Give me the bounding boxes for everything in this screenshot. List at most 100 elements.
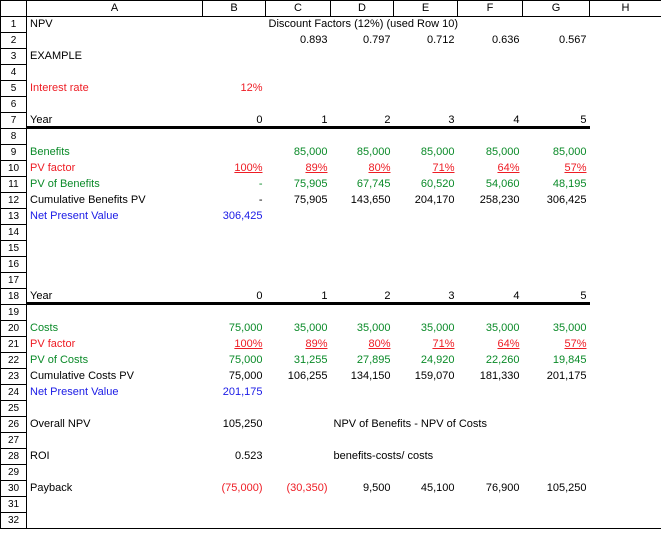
cell-h28[interactable] bbox=[590, 449, 661, 465]
cell-g24[interactable] bbox=[523, 385, 590, 401]
cell-c12[interactable]: 75,905 bbox=[266, 193, 331, 209]
cell-d26-overall-npv-note[interactable]: NPV of Benefits - NPV of Costs bbox=[331, 417, 590, 433]
cell-f7-year-4[interactable]: 4 bbox=[458, 113, 523, 129]
cell-a24-npv-costs-label[interactable]: Net Present Value bbox=[27, 385, 203, 401]
cell-b1[interactable] bbox=[203, 17, 266, 33]
cell-b2[interactable] bbox=[203, 33, 266, 49]
cell-h2[interactable] bbox=[590, 33, 661, 49]
cell-h6[interactable] bbox=[590, 97, 661, 113]
cell-g16[interactable] bbox=[523, 257, 590, 273]
cell-f10[interactable]: 64% bbox=[458, 161, 523, 177]
row-header-14[interactable]: 14 bbox=[1, 225, 27, 241]
cell-b23[interactable]: 75,000 bbox=[203, 369, 266, 385]
row-header-1[interactable]: 1 bbox=[1, 17, 27, 33]
cell-f24[interactable] bbox=[458, 385, 523, 401]
cell-g23[interactable]: 201,175 bbox=[523, 369, 590, 385]
cell-d11[interactable]: 67,745 bbox=[331, 177, 394, 193]
cell-b15[interactable] bbox=[203, 241, 266, 257]
cell-g10[interactable]: 57% bbox=[523, 161, 590, 177]
row-header-18[interactable]: 18 bbox=[1, 289, 27, 305]
cell-c27[interactable] bbox=[266, 433, 331, 449]
cell-a4[interactable] bbox=[27, 65, 203, 81]
row-header-5[interactable]: 5 bbox=[1, 81, 27, 97]
cell-a21-pv-factor-label[interactable]: PV factor bbox=[27, 337, 203, 353]
cell-b24-npv-costs-value[interactable]: 201,175 bbox=[203, 385, 266, 401]
cell-e30[interactable]: 45,100 bbox=[394, 481, 458, 497]
row-header-4[interactable]: 4 bbox=[1, 65, 27, 81]
cell-h12[interactable] bbox=[590, 193, 661, 209]
cell-a15[interactable] bbox=[27, 241, 203, 257]
cell-g2[interactable]: 0.567 bbox=[523, 33, 590, 49]
cell-h25[interactable] bbox=[590, 401, 661, 417]
cell-b3[interactable] bbox=[203, 49, 266, 65]
cell-b12[interactable]: - bbox=[203, 193, 266, 209]
cell-d6[interactable] bbox=[331, 97, 394, 113]
cell-d20[interactable]: 35,000 bbox=[331, 321, 394, 337]
cell-d10[interactable]: 80% bbox=[331, 161, 394, 177]
cell-h4[interactable] bbox=[590, 65, 661, 81]
cell-c29[interactable] bbox=[266, 465, 331, 481]
cell-d27[interactable] bbox=[331, 433, 394, 449]
cell-h20[interactable] bbox=[590, 321, 661, 337]
cell-d23[interactable]: 134,150 bbox=[331, 369, 394, 385]
cell-c16[interactable] bbox=[266, 257, 331, 273]
cell-g7-year-5[interactable]: 5 bbox=[523, 113, 590, 129]
cell-a11-pv-of-benefits-label[interactable]: PV of Benefits bbox=[27, 177, 203, 193]
cell-d14[interactable] bbox=[331, 225, 394, 241]
cell-b4[interactable] bbox=[203, 65, 266, 81]
cell-a17[interactable] bbox=[27, 273, 203, 289]
cell-a25[interactable] bbox=[27, 401, 203, 417]
cell-f22[interactable]: 22,260 bbox=[458, 353, 523, 369]
cell-c18-year-1[interactable]: 1 bbox=[266, 289, 331, 305]
cell-c22[interactable]: 31,255 bbox=[266, 353, 331, 369]
cell-a16[interactable] bbox=[27, 257, 203, 273]
cell-d4[interactable] bbox=[331, 65, 394, 81]
cell-d32[interactable] bbox=[331, 513, 394, 529]
cell-d21[interactable]: 80% bbox=[331, 337, 394, 353]
cell-b13-npv-benefits-value[interactable]: 306,425 bbox=[203, 209, 266, 225]
cell-h22[interactable] bbox=[590, 353, 661, 369]
cell-c10[interactable]: 89% bbox=[266, 161, 331, 177]
row-header-29[interactable]: 29 bbox=[1, 465, 27, 481]
row-header-26[interactable]: 26 bbox=[1, 417, 27, 433]
row-header-10[interactable]: 10 bbox=[1, 161, 27, 177]
cell-c23[interactable]: 106,255 bbox=[266, 369, 331, 385]
cell-h24[interactable] bbox=[590, 385, 661, 401]
cell-b11[interactable]: - bbox=[203, 177, 266, 193]
cell-e5[interactable] bbox=[394, 81, 458, 97]
cell-d24[interactable] bbox=[331, 385, 394, 401]
cell-h13[interactable] bbox=[590, 209, 661, 225]
cell-a28-roi-label[interactable]: ROI bbox=[27, 449, 203, 465]
cell-g5[interactable] bbox=[523, 81, 590, 97]
cell-f23[interactable]: 181,330 bbox=[458, 369, 523, 385]
column-header-b[interactable]: B bbox=[203, 1, 266, 17]
cell-f32[interactable] bbox=[458, 513, 523, 529]
cell-b25[interactable] bbox=[203, 401, 266, 417]
cell-d25[interactable] bbox=[331, 401, 394, 417]
select-all-corner[interactable] bbox=[1, 1, 27, 17]
cell-d22[interactable]: 27,895 bbox=[331, 353, 394, 369]
cell-d19[interactable] bbox=[331, 305, 394, 321]
cell-b5-interest-rate-value[interactable]: 12% bbox=[203, 81, 266, 97]
cell-e2[interactable]: 0.712 bbox=[394, 33, 458, 49]
cell-h32[interactable] bbox=[590, 513, 661, 529]
cell-g9[interactable]: 85,000 bbox=[523, 145, 590, 161]
cell-d13[interactable] bbox=[331, 209, 394, 225]
cell-e15[interactable] bbox=[394, 241, 458, 257]
cell-h10[interactable] bbox=[590, 161, 661, 177]
cell-b16[interactable] bbox=[203, 257, 266, 273]
cell-a12-cumulative-benefits-label[interactable]: Cumulative Benefits PV bbox=[27, 193, 203, 209]
cell-a18-year-label[interactable]: Year bbox=[27, 289, 203, 305]
cell-h3[interactable] bbox=[590, 49, 661, 65]
cell-d15[interactable] bbox=[331, 241, 394, 257]
cell-a22-pv-of-costs-label[interactable]: PV of Costs bbox=[27, 353, 203, 369]
cell-g32[interactable] bbox=[523, 513, 590, 529]
cell-a13-npv-benefits-label[interactable]: Net Present Value bbox=[27, 209, 203, 225]
cell-g6[interactable] bbox=[523, 97, 590, 113]
cell-a19[interactable] bbox=[27, 305, 203, 321]
cell-e13[interactable] bbox=[394, 209, 458, 225]
cell-a23-cumulative-costs-label[interactable]: Cumulative Costs PV bbox=[27, 369, 203, 385]
cell-e10[interactable]: 71% bbox=[394, 161, 458, 177]
cell-b17[interactable] bbox=[203, 273, 266, 289]
cell-e19[interactable] bbox=[394, 305, 458, 321]
